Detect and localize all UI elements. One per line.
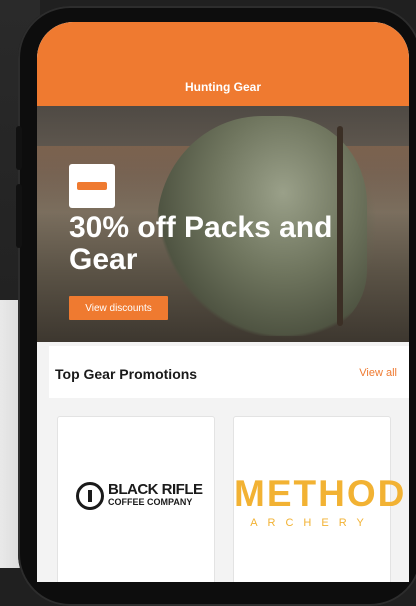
- brand-name-line2: ARCHERY: [250, 517, 374, 529]
- top-bar: Hunting Gear: [37, 22, 409, 106]
- phone-side-button: [16, 184, 22, 248]
- promo-card-black-rifle[interactable]: BLACK RIFLE COFFEE COMPANY: [57, 416, 215, 582]
- method-archery-logo: METHOD ARCHERY: [234, 473, 407, 530]
- app-screen: Hunting Gear 30% off Packs and Gear View…: [37, 22, 409, 582]
- hero-banner[interactable]: 30% off Packs and Gear View discounts: [37, 106, 409, 342]
- promotions-title: Top Gear Promotions: [55, 366, 198, 382]
- brand-name-line1: BLACK RIFLE: [108, 481, 203, 498]
- brand-logo: [69, 164, 115, 208]
- view-all-link[interactable]: View all: [359, 367, 397, 379]
- view-discounts-button[interactable]: View discounts: [69, 296, 168, 320]
- black-rifle-logo: BLACK RIFLE COFFEE COMPANY: [76, 482, 203, 510]
- hero-headline: 30% off Packs and Gear: [69, 211, 333, 276]
- phone-side-button: [16, 126, 22, 170]
- brand-logo-mark: [77, 182, 107, 190]
- brand-name-line1: METHOD: [234, 473, 407, 514]
- promotions-header: Top Gear Promotions View all: [49, 346, 409, 398]
- brand-name-line2: COFFEE COMPANY: [108, 497, 193, 507]
- promo-card-method-archery[interactable]: METHOD ARCHERY: [233, 416, 407, 582]
- black-rifle-emblem-icon: [76, 482, 104, 510]
- page-title: Hunting Gear: [184, 80, 261, 94]
